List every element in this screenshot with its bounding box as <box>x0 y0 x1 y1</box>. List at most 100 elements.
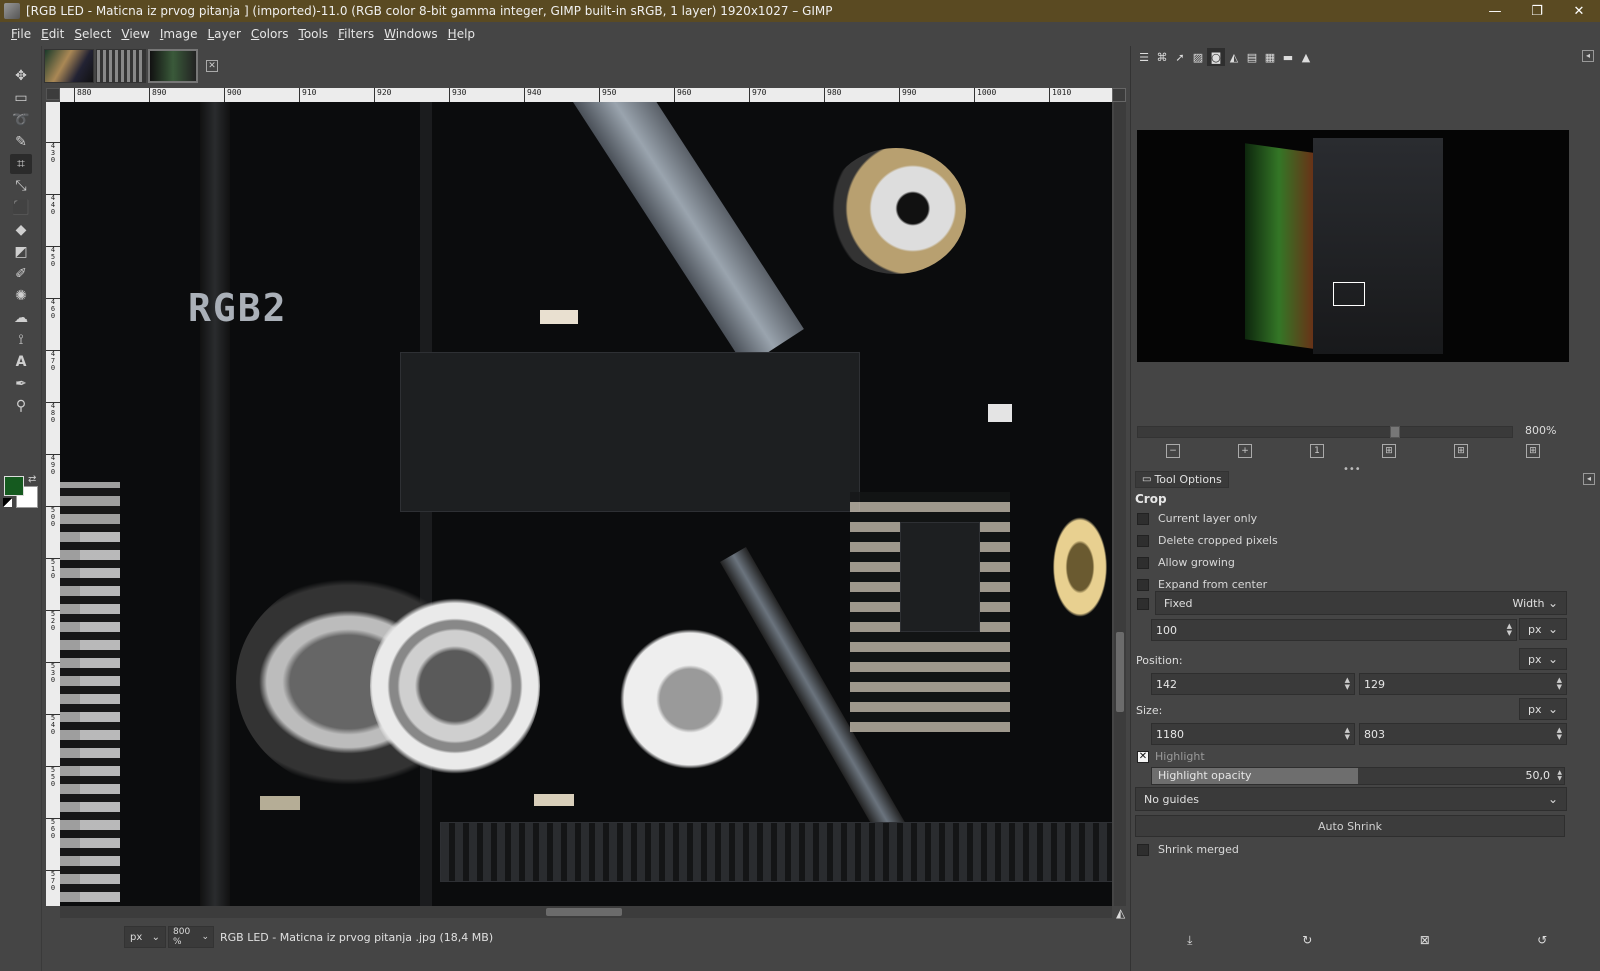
expand-center-row[interactable]: Expand from center <box>1137 578 1267 591</box>
size-height-spin[interactable]: 803 ▲ ▼ <box>1359 723 1567 745</box>
auto-shrink-button[interactable]: Auto Shrink <box>1135 815 1565 837</box>
fuzzy-select-tool-icon[interactable]: ✎ <box>10 132 32 152</box>
menu-colors[interactable]: Colors <box>246 27 294 41</box>
spin-arrows-icon[interactable]: ▲ ▼ <box>1507 623 1512 637</box>
menu-help[interactable]: Help <box>443 27 480 41</box>
dock-menu-icon[interactable]: ◂ <box>1582 50 1594 62</box>
horizontal-scrollbar[interactable] <box>60 906 1112 918</box>
highlight-checkbox-checked[interactable]: ✕ <box>1137 750 1149 763</box>
text-tool-icon[interactable]: A <box>10 352 32 372</box>
image-canvas[interactable]: RGB2 <box>60 102 1112 906</box>
menu-view[interactable]: View <box>116 27 154 41</box>
color-picker-tool-icon[interactable]: ✒ <box>10 374 32 394</box>
eraser-tool-icon[interactable]: ✐ <box>10 264 32 284</box>
navigate-image-icon[interactable]: ◭ <box>1116 906 1125 920</box>
zoom-slider-knob[interactable] <box>1390 426 1400 438</box>
spin-arrows-icon[interactable]: ▲ ▼ <box>1557 770 1562 782</box>
swap-colors-icon[interactable]: ⇄ <box>28 474 36 485</box>
lasso-tool-icon[interactable]: ➰ <box>10 110 32 130</box>
sample-points-tab-icon[interactable]: ▦ <box>1261 48 1279 66</box>
menu-edit[interactable]: Edit <box>36 27 69 41</box>
image-tab-thumbnail[interactable] <box>96 49 146 83</box>
zoom-one-to-one-icon[interactable]: 1 <box>1310 444 1324 458</box>
zoom-fill-icon[interactable]: ⊞ <box>1454 444 1468 458</box>
horizontal-scroll-thumb[interactable] <box>546 908 622 916</box>
restore-options-icon[interactable]: ↻ <box>1299 932 1315 948</box>
expand-center-checkbox[interactable] <box>1137 578 1149 591</box>
navigation-zoom-slider[interactable] <box>1137 426 1513 438</box>
allow-growing-checkbox[interactable] <box>1137 556 1149 569</box>
position-y-spin[interactable]: 129 ▲ ▼ <box>1359 673 1567 695</box>
dynamics-tab-icon[interactable]: ▬ <box>1279 48 1297 66</box>
zoom-out-icon[interactable]: − <box>1166 444 1180 458</box>
text-tab-icon[interactable]: ▲ <box>1297 48 1315 66</box>
quick-mask-toggle[interactable] <box>46 88 60 100</box>
highlight-opacity-slider[interactable]: Highlight opacity 50,0 ▲ ▼ <box>1151 767 1565 785</box>
fixed-aspect-checkbox[interactable] <box>1137 598 1149 610</box>
crop-tool-icon[interactable]: ⌗ <box>10 154 32 174</box>
zoom-in-icon[interactable]: + <box>1238 444 1252 458</box>
paths-tool-icon[interactable]: ⟟ <box>10 330 32 350</box>
reset-options-icon[interactable]: ↺ <box>1534 932 1550 948</box>
spin-arrows-icon[interactable]: ▲ ▼ <box>1557 727 1562 741</box>
highlight-row[interactable]: ✕ Highlight <box>1137 750 1205 763</box>
allow-growing-row[interactable]: Allow growing <box>1137 556 1235 569</box>
vertical-scroll-thumb[interactable] <box>1116 632 1124 712</box>
zoom-fit-icon[interactable]: ⊞ <box>1382 444 1396 458</box>
zoom-image-on-resize-icon[interactable] <box>1112 88 1126 102</box>
shrink-merged-checkbox[interactable] <box>1137 843 1149 856</box>
paths-tab-icon[interactable]: ◭ <box>1225 48 1243 66</box>
preview-viewport-rectangle[interactable] <box>1333 282 1365 306</box>
position-x-spin[interactable]: 142 ▲ ▼ <box>1151 673 1355 695</box>
minimize-button[interactable]: — <box>1474 0 1516 22</box>
zoom-selector[interactable]: 800 % ⌄ <box>168 926 214 948</box>
delete-cropped-checkbox[interactable] <box>1137 534 1149 547</box>
fixed-unit-combo[interactable]: px ⌄ <box>1519 618 1567 640</box>
foreground-color-swatch[interactable] <box>4 476 24 496</box>
restore-button[interactable]: ❐ <box>1516 0 1558 22</box>
menu-image[interactable]: Image <box>155 27 203 41</box>
current-layer-only-checkbox[interactable] <box>1137 512 1149 525</box>
shrink-merged-row[interactable]: Shrink merged <box>1137 843 1239 856</box>
menu-file[interactable]: File <box>6 27 36 41</box>
spin-arrows-icon[interactable]: ▲ ▼ <box>1345 727 1350 741</box>
menu-select[interactable]: Select <box>69 27 116 41</box>
navigation-preview[interactable] <box>1137 130 1569 362</box>
rect-select-tool-icon[interactable]: ▭ <box>10 88 32 108</box>
guides-combo[interactable]: No guides ⌄ <box>1135 787 1567 811</box>
close-button[interactable]: ✕ <box>1558 0 1600 22</box>
spin-arrows-icon[interactable]: ▲ ▼ <box>1345 677 1350 691</box>
tool-options-menu-icon[interactable]: ◂ <box>1583 473 1595 485</box>
shrink-wrap-icon[interactable]: ⊞ <box>1526 444 1540 458</box>
current-layer-only-row[interactable]: Current layer only <box>1137 512 1257 525</box>
smudge-tool-icon[interactable]: ☁ <box>10 308 32 328</box>
position-unit-combo[interactable]: px ⌄ <box>1519 648 1567 670</box>
gradient-tool-icon[interactable]: ◩ <box>10 242 32 262</box>
histogram-tab-icon[interactable]: ▨ <box>1189 48 1207 66</box>
navigation-tab-icon[interactable]: ◙ <box>1207 48 1225 66</box>
delete-options-icon[interactable]: ⊠ <box>1417 932 1433 948</box>
move-tool-icon[interactable]: ✥ <box>10 66 32 86</box>
save-options-icon[interactable]: ⤓ <box>1182 932 1198 948</box>
close-tab-icon[interactable]: ✕ <box>206 60 218 72</box>
bucket-fill-tool-icon[interactable]: ◆ <box>10 220 32 240</box>
unified-transform-tool-icon[interactable]: ⤡ <box>10 176 32 196</box>
channels-tab-icon[interactable]: ⌘ <box>1153 48 1171 66</box>
menu-windows[interactable]: Windows <box>379 27 443 41</box>
layers-tab-icon[interactable]: ☰ <box>1135 48 1153 66</box>
menu-filters[interactable]: Filters <box>333 27 379 41</box>
airbrush-tool-icon[interactable]: ✺ <box>10 286 32 306</box>
zoom-tool-icon[interactable]: ⚲ <box>10 396 32 416</box>
warp-tool-icon[interactable]: ⬛ <box>10 198 32 218</box>
pointer-tab-icon[interactable]: ➚ <box>1171 48 1189 66</box>
tool-options-tab[interactable]: ▭ Tool Options <box>1135 470 1229 488</box>
spin-arrows-icon[interactable]: ▲ ▼ <box>1557 677 1562 691</box>
delete-cropped-row[interactable]: Delete cropped pixels <box>1137 534 1278 547</box>
image-tab-thumbnail[interactable] <box>44 49 94 83</box>
vertical-scrollbar[interactable] <box>1114 102 1126 906</box>
size-unit-combo[interactable]: px ⌄ <box>1519 698 1567 720</box>
fixed-mode-combo[interactable]: Fixed Width ⌄ <box>1155 591 1567 615</box>
menu-layer[interactable]: Layer <box>202 27 245 41</box>
fixed-value-spin[interactable]: 100 ▲ ▼ <box>1151 619 1517 641</box>
unit-selector[interactable]: px ⌄ <box>124 926 166 948</box>
